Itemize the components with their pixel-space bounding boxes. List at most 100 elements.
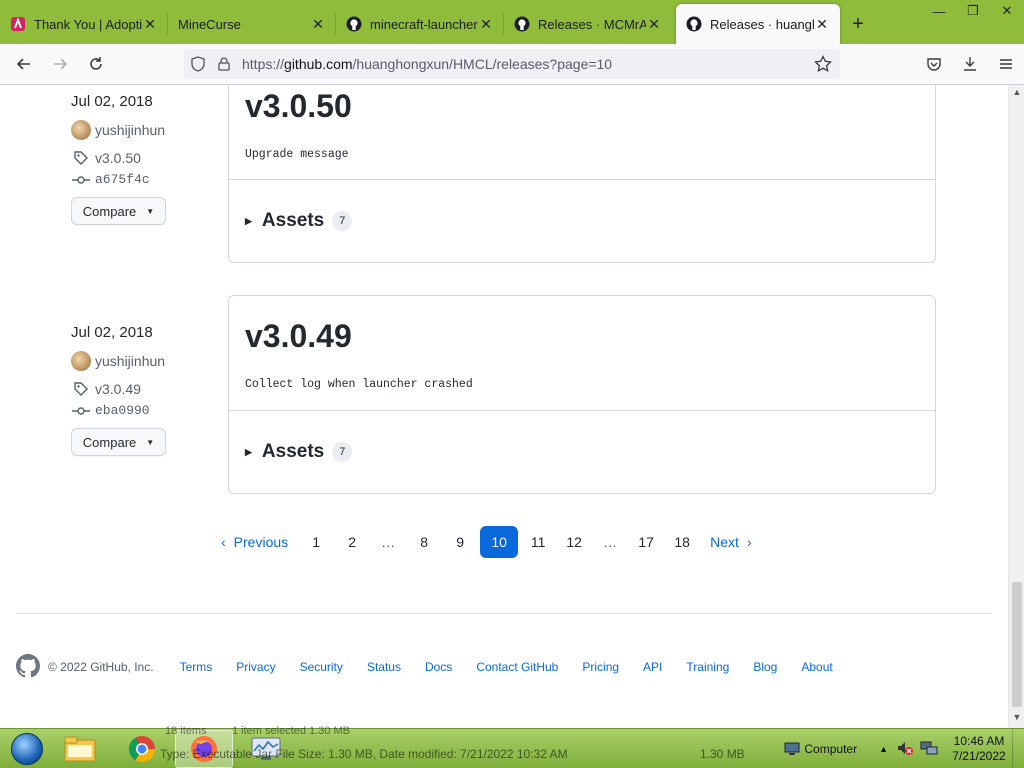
start-button[interactable]	[7, 730, 47, 768]
page-link[interactable]: 8	[408, 526, 440, 558]
reload-icon[interactable]	[78, 48, 114, 80]
footer-link-about[interactable]: About	[801, 660, 832, 674]
shield-icon[interactable]	[184, 56, 212, 72]
tab-minecurse[interactable]: MineCurse ✕	[168, 4, 336, 44]
page-link[interactable]: 2	[336, 526, 368, 558]
release-date: Jul 02, 2018	[71, 324, 153, 341]
release-notes: Collect log when launcher crashed	[245, 378, 473, 391]
release-version[interactable]: v3.0.49	[245, 318, 352, 355]
tab-releases-huanghongxun[interactable]: Releases · huanghongxun ✕	[676, 4, 840, 44]
lock-icon[interactable]	[212, 57, 236, 71]
commit-sha[interactable]: eba0990	[95, 403, 150, 418]
release-commit[interactable]: a675f4c	[71, 172, 166, 187]
menu-icon[interactable]	[988, 48, 1024, 80]
close-icon[interactable]: ✕	[478, 16, 494, 33]
bookmark-star-icon[interactable]	[814, 54, 832, 76]
compare-button[interactable]: Compare ▼	[71, 428, 166, 456]
computer-toolbar[interactable]: Computer	[784, 742, 857, 756]
release-author[interactable]: yushijinhun	[71, 120, 166, 140]
assets-toggle[interactable]: ▶ Assets 7	[229, 411, 935, 493]
page-link[interactable]: 9	[444, 526, 476, 558]
close-window-icon[interactable]: ✕	[990, 0, 1024, 22]
footer-link-terms[interactable]: Terms	[180, 660, 213, 674]
tab-title: Releases · huanghongxun	[710, 16, 814, 32]
footer-link-contact[interactable]: Contact GitHub	[476, 660, 558, 674]
compare-button[interactable]: Compare ▼	[71, 197, 166, 225]
footer-link-pricing[interactable]: Pricing	[582, 660, 619, 674]
scrollbar-thumb[interactable]	[1012, 582, 1022, 707]
new-tab-button[interactable]: +	[840, 4, 876, 44]
network-icon[interactable]	[920, 740, 938, 759]
address-bar[interactable]: https://github.com/huanghongxun/HMCL/rel…	[184, 49, 840, 79]
ghost-size: 1.30 MB	[700, 747, 745, 761]
page-link[interactable]: 1	[300, 526, 332, 558]
footer-link-blog[interactable]: Blog	[753, 660, 777, 674]
scroll-down-icon[interactable]: ▼	[1009, 712, 1024, 726]
url-text: https://github.com/huanghongxun/HMCL/rel…	[242, 56, 612, 72]
system-tray: Computer ▲ 10:46 AM 7/21/2022	[784, 729, 1024, 768]
release-tag[interactable]: v3.0.50	[71, 150, 166, 166]
release-header: v3.0.50 Upgrade message	[229, 85, 935, 180]
show-hidden-icons-icon[interactable]: ▲	[879, 744, 888, 754]
author-name[interactable]: yushijinhun	[95, 122, 165, 138]
previous-page-link[interactable]: ‹ Previous	[213, 526, 296, 558]
download-icon[interactable]	[952, 48, 988, 80]
release-header: v3.0.49 Collect log when launcher crashe…	[229, 296, 935, 411]
taskbar-explorer[interactable]	[51, 730, 109, 768]
vertical-scrollbar[interactable]: ▲ ▼	[1008, 85, 1024, 728]
tab-releases-mcmrarm[interactable]: Releases · MCMrARM ✕	[504, 4, 672, 44]
release-card: v3.0.50 Upgrade message ▶ Assets 7	[228, 85, 936, 263]
github-icon	[514, 16, 530, 32]
page-gap: …	[381, 534, 396, 550]
next-page-link[interactable]: Next ›	[702, 526, 759, 558]
footer-link-training[interactable]: Training	[686, 660, 729, 674]
release-tag[interactable]: v3.0.49	[71, 381, 166, 397]
forward-icon[interactable]	[42, 48, 78, 80]
footer: © 2022 GitHub, Inc. Terms Privacy Securi…	[16, 653, 845, 681]
page-content: Jul 02, 2018 yushijinhun v3.0.50 a675f4c…	[0, 85, 1008, 728]
tab-adoptium[interactable]: Thank You | Adoptium ✕	[0, 4, 168, 44]
release-author[interactable]: yushijinhun	[71, 351, 166, 371]
commit-sha[interactable]: a675f4c	[95, 172, 150, 187]
page-link[interactable]: 11	[522, 526, 554, 558]
page-link[interactable]: 17	[630, 526, 662, 558]
volume-muted-icon[interactable]	[896, 740, 914, 759]
footer-link-security[interactable]: Security	[300, 660, 343, 674]
footer-link-status[interactable]: Status	[367, 660, 401, 674]
computer-label: Computer	[804, 742, 858, 756]
back-icon[interactable]	[6, 48, 42, 80]
footer-link-api[interactable]: API	[643, 660, 662, 674]
minimize-icon[interactable]: —	[922, 0, 956, 22]
author-name[interactable]: yushijinhun	[95, 353, 165, 369]
close-icon[interactable]: ✕	[142, 16, 158, 33]
folder-icon	[64, 736, 96, 761]
page-link[interactable]: 18	[666, 526, 698, 558]
footer-divider	[16, 613, 992, 614]
tab-title: MineCurse	[178, 16, 241, 32]
avatar[interactable]	[71, 351, 91, 371]
tab-minecraft-launcher[interactable]: minecraft-launcher · ✕	[336, 4, 504, 44]
github-icon	[346, 16, 362, 32]
close-icon[interactable]: ✕	[310, 16, 326, 33]
clock[interactable]: 10:46 AM 7/21/2022	[946, 734, 1012, 764]
show-desktop-button[interactable]	[1012, 729, 1024, 768]
tag-name[interactable]: v3.0.49	[95, 381, 141, 397]
tag-name[interactable]: v3.0.50	[95, 150, 141, 166]
release-commit[interactable]: eba0990	[71, 403, 166, 418]
assets-toggle[interactable]: ▶ Assets 7	[229, 180, 935, 262]
footer-link-privacy[interactable]: Privacy	[236, 660, 275, 674]
release-version[interactable]: v3.0.50	[245, 88, 352, 125]
pocket-icon[interactable]	[916, 48, 952, 80]
restore-icon[interactable]: ❐	[956, 0, 990, 22]
assets-label: Assets	[261, 210, 325, 231]
close-icon[interactable]: ✕	[814, 16, 830, 33]
close-icon[interactable]: ✕	[646, 16, 662, 33]
taskbar: 18 items 1 item selected 1.30 MB Type: E…	[0, 725, 1024, 768]
page-link[interactable]: 12	[558, 526, 590, 558]
github-logo-icon[interactable]	[16, 653, 40, 681]
scroll-up-icon[interactable]: ▲	[1009, 87, 1024, 101]
chevron-right-icon: ›	[746, 534, 752, 550]
footer-link-docs[interactable]: Docs	[425, 660, 452, 674]
release-meta: Jul 02, 2018 yushijinhun v3.0.50 a675f4c…	[71, 93, 166, 225]
avatar[interactable]	[71, 120, 91, 140]
